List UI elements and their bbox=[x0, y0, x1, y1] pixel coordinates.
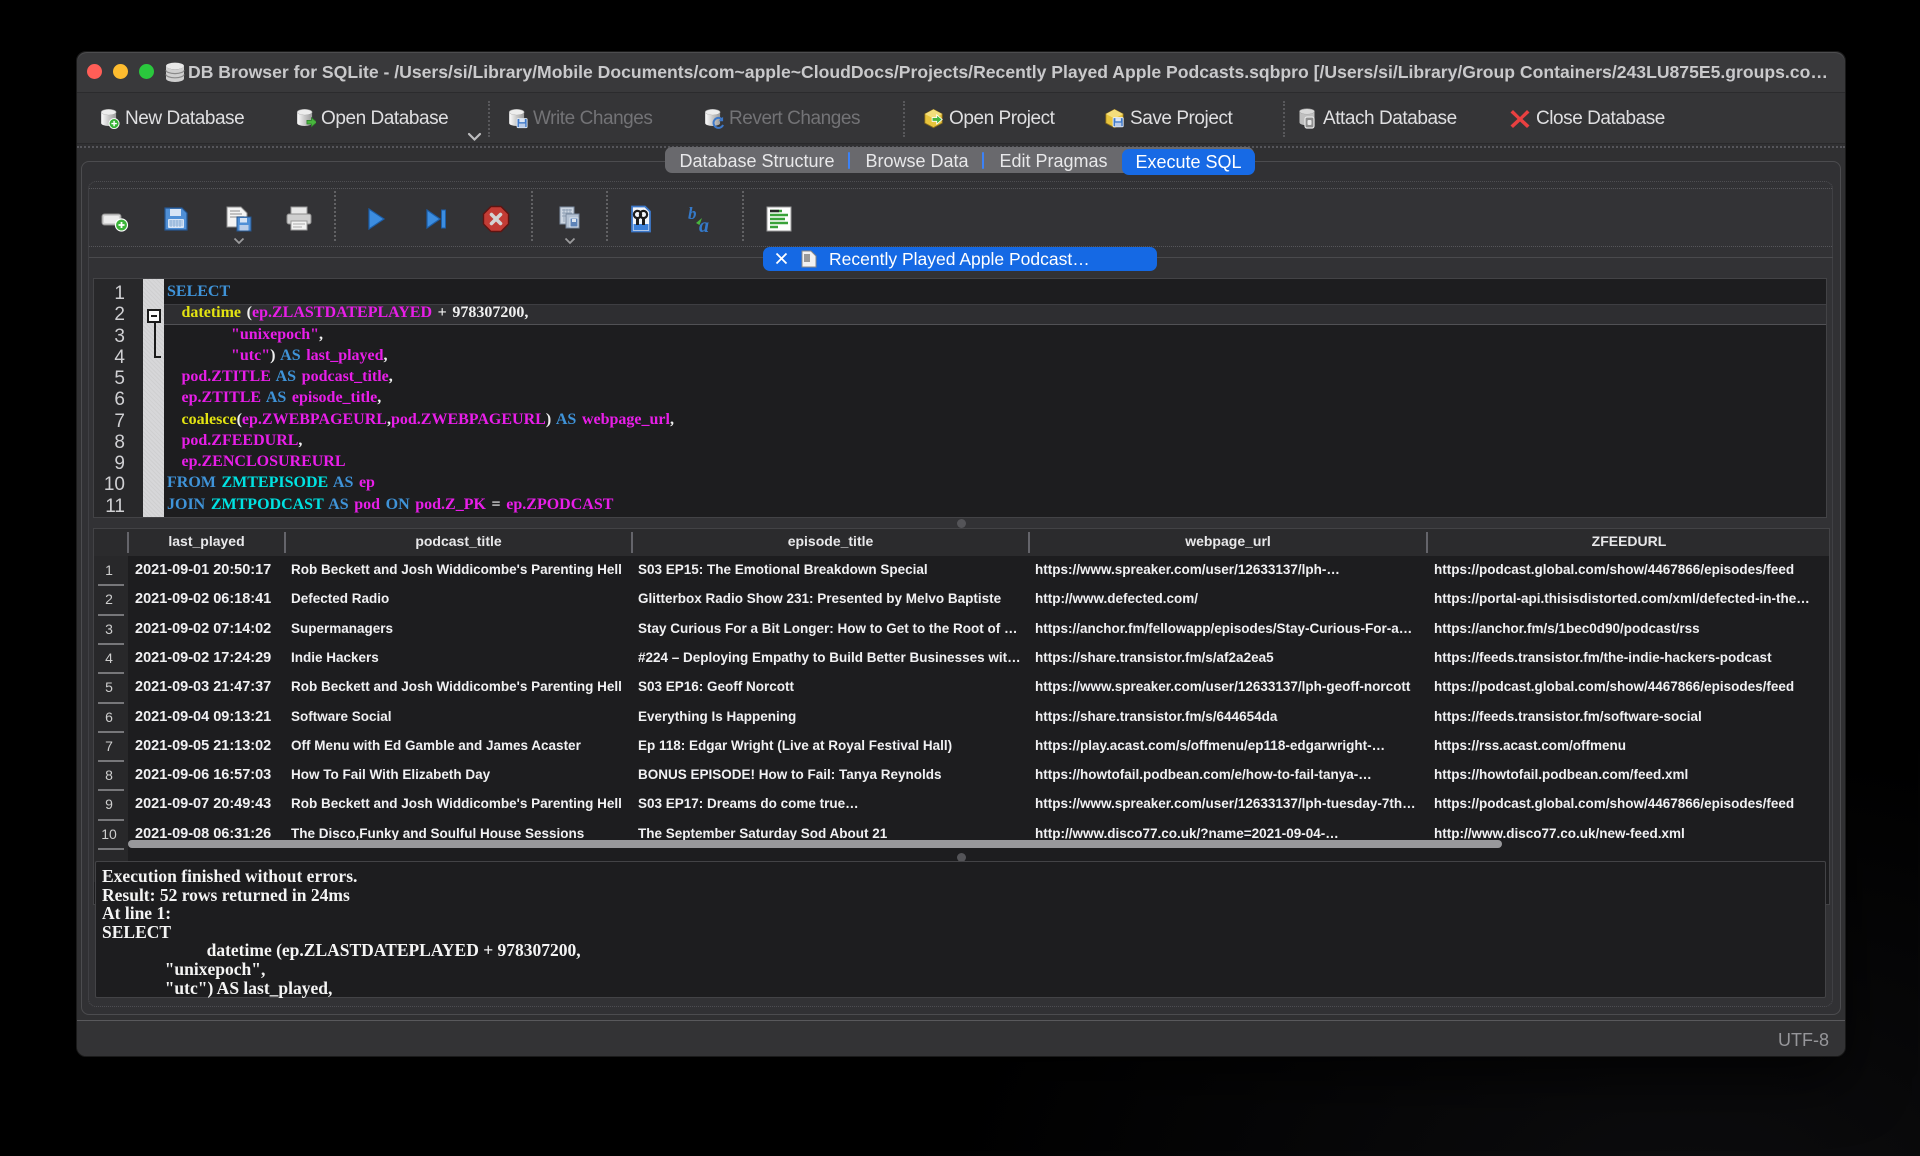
svg-text:a: a bbox=[699, 215, 709, 233]
svg-text:b: b bbox=[688, 205, 697, 223]
